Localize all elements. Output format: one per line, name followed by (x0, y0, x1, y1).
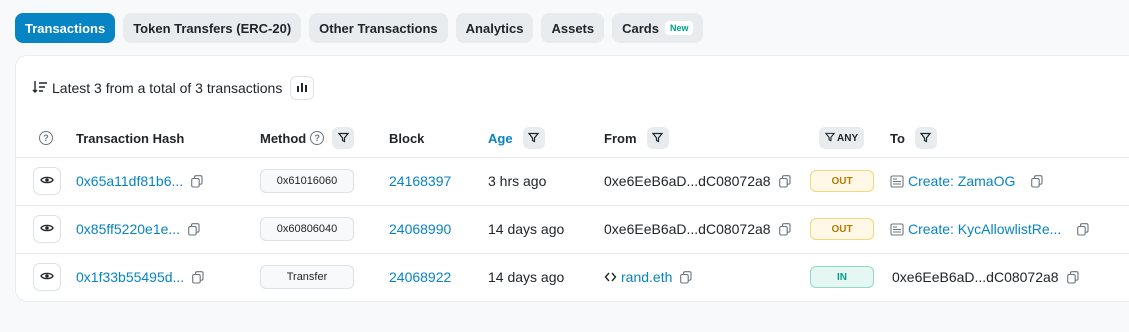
age-text: 3 hrs ago (488, 173, 547, 189)
age-filter-button[interactable] (522, 127, 545, 149)
tab-token-transfers[interactable]: Token Transfers (ERC-20) (123, 13, 302, 43)
from-filter-button[interactable] (646, 127, 669, 149)
sort-icon (32, 80, 48, 97)
to-address[interactable]: 0xe6EeB6aD...dC08072a8 (892, 269, 1059, 285)
col-to: To (890, 126, 937, 150)
filter-icon (824, 132, 836, 145)
copy-icon[interactable] (188, 222, 200, 236)
copy-icon[interactable] (778, 222, 791, 236)
method-badge: 0x60806040 (260, 217, 354, 241)
method-badge: Transfer (260, 265, 354, 289)
copy-icon[interactable] (778, 174, 791, 188)
col-age[interactable]: Age (488, 126, 545, 150)
tab-cards[interactable]: Cards New (612, 13, 704, 43)
contract-icon (890, 174, 904, 188)
chart-button[interactable] (290, 76, 315, 100)
divider (16, 157, 1129, 158)
divider (16, 205, 1129, 206)
col-from: From (604, 126, 669, 150)
to-link[interactable]: Create: ZamaOG (908, 173, 1015, 189)
tab-bar: Transactions Token Transfers (ERC-20) Ot… (15, 13, 704, 43)
direction-filter-button[interactable]: ANY (819, 127, 865, 149)
col-to-label: To (890, 130, 905, 146)
summary-bar: Latest 3 from a total of 3 transactions (32, 76, 315, 100)
preview-button[interactable] (33, 263, 61, 291)
col-from-label: From (604, 130, 637, 146)
filter-icon (527, 131, 540, 146)
tab-analytics[interactable]: Analytics (455, 13, 534, 43)
tab-label: Assets (551, 20, 595, 36)
tab-assets[interactable]: Assets (541, 13, 605, 43)
direction-badge: IN (810, 266, 874, 288)
tab-transactions[interactable]: Transactions (15, 13, 116, 43)
from-address[interactable]: 0xe6EeB6aD...dC08072a8 (604, 221, 771, 237)
eye-icon (40, 268, 54, 286)
col-age-label: Age (488, 130, 513, 146)
tab-label: Token Transfers (ERC-20) (133, 20, 292, 36)
copy-icon[interactable] (192, 270, 204, 284)
tab-label: Transactions (25, 20, 106, 36)
col-transaction-hash: Transaction Hash (76, 130, 185, 146)
direction-filter-label: ANY (837, 132, 859, 144)
block-link[interactable]: 24068922 (389, 269, 451, 285)
filter-icon (920, 131, 932, 146)
filter-icon (337, 131, 349, 146)
method-help-icon[interactable]: ? (310, 131, 325, 145)
copy-icon[interactable] (1031, 174, 1043, 188)
method-badge: 0x61016060 (260, 169, 354, 193)
copy-icon[interactable] (1077, 222, 1089, 236)
preview-button[interactable] (33, 167, 61, 195)
preview-button[interactable] (33, 215, 61, 243)
help-button[interactable]: ? (39, 126, 53, 150)
ens-icon (604, 271, 617, 283)
col-method-label: Method (260, 130, 307, 146)
copy-icon[interactable] (191, 174, 203, 188)
block-link[interactable]: 24068990 (389, 221, 451, 237)
contract-icon (890, 222, 904, 236)
copy-icon[interactable] (680, 270, 692, 284)
copy-icon[interactable] (1066, 270, 1079, 284)
help-icon: ? (39, 131, 53, 145)
direction-filter[interactable]: ANY (819, 126, 865, 150)
col-block: Block (389, 130, 425, 146)
age-text: 14 days ago (488, 269, 565, 285)
age-text: 14 days ago (488, 221, 565, 237)
eye-icon (40, 220, 54, 238)
tab-label: Other Transactions (319, 20, 438, 36)
summary-text: Latest 3 from a total of 3 transactions (52, 80, 283, 96)
tx-hash-link[interactable]: 0x85ff5220e1e... (76, 221, 180, 237)
from-address[interactable]: 0xe6EeB6aD...dC08072a8 (604, 173, 771, 189)
divider (16, 253, 1129, 254)
direction-badge: OUT (810, 170, 874, 192)
to-filter-button[interactable] (914, 127, 937, 149)
new-badge: New (664, 21, 694, 35)
direction-badge: OUT (810, 218, 874, 240)
eye-icon (40, 172, 54, 190)
from-link[interactable]: rand.eth (621, 269, 672, 285)
tx-hash-link[interactable]: 0x1f33b55495d... (76, 269, 184, 285)
tab-label: Analytics (465, 20, 524, 36)
col-method: Method ? (260, 126, 355, 150)
filter-icon (651, 131, 664, 146)
tab-other-transactions[interactable]: Other Transactions (309, 13, 448, 43)
tx-hash-link[interactable]: 0x65a11df81b6... (76, 173, 183, 189)
block-link[interactable]: 24168397 (389, 173, 451, 189)
to-link[interactable]: Create: KycAllowlistRe... (908, 221, 1061, 237)
transactions-card: Latest 3 from a total of 3 transactions … (15, 55, 1129, 302)
method-filter-button[interactable] (332, 127, 355, 149)
chart-icon (296, 80, 308, 96)
tab-label: Cards (622, 20, 659, 36)
